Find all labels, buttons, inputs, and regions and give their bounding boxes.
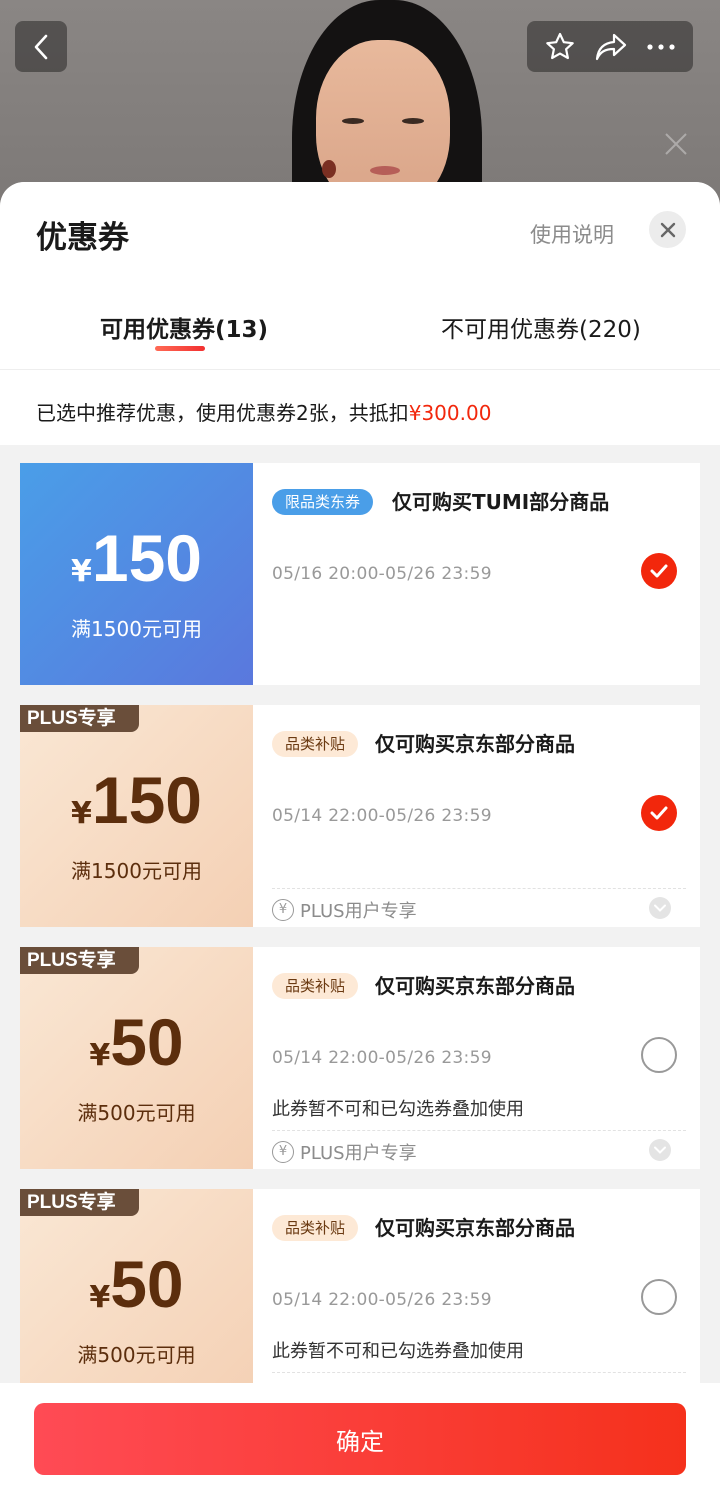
coupon-type-badge: 品类补贴 bbox=[272, 973, 359, 999]
coupon-details: 品类补贴 仅可购买京东部分商品 05/14 22:00-05/26 23:59 … bbox=[253, 705, 700, 927]
coupon-amount: 50 bbox=[110, 1005, 184, 1079]
model-eye bbox=[402, 118, 424, 124]
coupon-checkbox-checked[interactable] bbox=[641, 553, 677, 589]
coupon-value: ¥150 bbox=[20, 525, 253, 591]
sheet-title: 优惠券 bbox=[36, 220, 129, 256]
coupon-card[interactable]: PLUS专享 ¥150 满1500元可用 品类补贴 仅可购买京东部分商品 05/… bbox=[20, 705, 700, 927]
plus-user-label: PLUS用户专享 bbox=[300, 1143, 417, 1164]
currency-symbol: ¥ bbox=[71, 554, 92, 589]
plus-exclusive-tag: PLUS专享 bbox=[20, 947, 139, 974]
coupon-validity: 05/14 22:00-05/26 23:59 bbox=[272, 1048, 492, 1068]
coupon-checkbox-checked[interactable] bbox=[641, 795, 677, 831]
coupon-value-panel: PLUS专享 ¥50 满500元可用 bbox=[20, 947, 253, 1169]
coupon-validity: 05/16 20:00-05/26 23:59 bbox=[272, 564, 492, 584]
coupon-validity: 05/14 22:00-05/26 23:59 bbox=[272, 1290, 492, 1310]
coupon-title: 仅可购买京东部分商品 bbox=[375, 732, 575, 756]
coupon-card[interactable]: PLUS专享 ¥50 满500元可用 品类补贴 仅可购买京东部分商品 05/14… bbox=[20, 947, 700, 1169]
coupon-condition: 满1500元可用 bbox=[71, 859, 202, 883]
coupon-card[interactable]: ¥150 满1500元可用 限品类东券 仅可购买TUMI部分商品 05/16 2… bbox=[20, 463, 700, 685]
plus-exclusive-tag: PLUS专享 bbox=[20, 1189, 139, 1216]
model-eye bbox=[342, 118, 364, 124]
coupon-type-badge: 限品类东券 bbox=[272, 489, 374, 515]
chevron-down-icon bbox=[654, 1146, 666, 1154]
coupon-divider bbox=[272, 1130, 686, 1131]
coupon-title: 仅可购买京东部分商品 bbox=[375, 1216, 575, 1240]
coupon-amount: 50 bbox=[110, 1247, 184, 1321]
coupon-checkbox-unchecked[interactable] bbox=[641, 1279, 677, 1315]
coupon-divider bbox=[272, 888, 686, 889]
coupon-value: ¥50 bbox=[20, 1251, 253, 1317]
summary-text: 已选中推荐优惠，使用优惠券2张，共抵扣 bbox=[36, 401, 409, 425]
coupon-amount: 150 bbox=[91, 763, 202, 837]
coupon-value-panel: PLUS专享 ¥50 满500元可用 bbox=[20, 1189, 253, 1411]
coupon-sheet: 优惠券 使用说明 可用优惠券(13) 不可用优惠券(220) 已选中推荐优惠，使… bbox=[0, 182, 720, 1494]
close-icon bbox=[665, 133, 687, 155]
confirm-button[interactable]: 确定 bbox=[34, 1403, 686, 1475]
share-icon[interactable] bbox=[594, 32, 628, 62]
coupon-condition: 满500元可用 bbox=[77, 1101, 196, 1125]
top-action-group bbox=[527, 21, 693, 72]
more-icon[interactable] bbox=[646, 43, 676, 51]
coupon-value: ¥150 bbox=[20, 767, 253, 833]
coupon-details: 品类补贴 仅可购买京东部分商品 05/14 22:00-05/26 23:59 … bbox=[253, 1189, 700, 1411]
plus-user-row: ¥ PLUS用户专享 bbox=[272, 897, 417, 923]
plus-user-row: ¥ PLUS用户专享 bbox=[272, 1139, 417, 1165]
coupon-details: 品类补贴 仅可购买京东部分商品 05/14 22:00-05/26 23:59 … bbox=[253, 947, 700, 1169]
coupon-details: 限品类东券 仅可购买TUMI部分商品 05/16 20:00-05/26 23:… bbox=[253, 463, 700, 685]
expand-button[interactable] bbox=[649, 1139, 671, 1161]
back-button[interactable] bbox=[15, 21, 67, 72]
coupon-card[interactable]: PLUS专享 ¥50 满500元可用 品类补贴 仅可购买京东部分商品 05/14… bbox=[20, 1189, 700, 1411]
model-lip bbox=[370, 166, 400, 175]
currency-symbol: ¥ bbox=[71, 796, 92, 831]
currency-symbol: ¥ bbox=[89, 1280, 111, 1315]
currency-symbol: ¥ bbox=[89, 1038, 111, 1073]
coupon-divider bbox=[272, 1372, 686, 1373]
yen-circle-icon: ¥ bbox=[272, 899, 294, 921]
sheet-footer: 确定 bbox=[0, 1383, 720, 1494]
coupon-condition: 满1500元可用 bbox=[71, 617, 202, 641]
coupon-value-panel: ¥150 满1500元可用 bbox=[20, 463, 253, 685]
coupon-title: 仅可购买京东部分商品 bbox=[375, 974, 575, 998]
coupon-checkbox-unchecked[interactable] bbox=[641, 1037, 677, 1073]
check-icon bbox=[650, 806, 668, 820]
coupon-value-panel: PLUS专享 ¥150 满1500元可用 bbox=[20, 705, 253, 927]
coupon-condition: 满500元可用 bbox=[77, 1343, 196, 1367]
coupon-title: 仅可购买TUMI部分商品 bbox=[392, 490, 610, 514]
coupon-value: ¥50 bbox=[20, 1009, 253, 1075]
selection-summary: 已选中推荐优惠，使用优惠券2张，共抵扣¥300.00 bbox=[0, 369, 720, 445]
plus-exclusive-tag: PLUS专享 bbox=[20, 705, 139, 732]
coupon-amount: 150 bbox=[91, 521, 202, 595]
coupon-validity: 05/14 22:00-05/26 23:59 bbox=[272, 806, 492, 826]
chevron-left-icon bbox=[34, 34, 48, 59]
usage-instructions-link[interactable]: 使用说明 bbox=[530, 219, 614, 249]
tab-available-coupons[interactable]: 可用优惠券(13) bbox=[100, 310, 268, 344]
expand-button[interactable] bbox=[649, 897, 671, 919]
yen-circle-icon: ¥ bbox=[272, 1141, 294, 1163]
sheet-header: 优惠券 使用说明 可用优惠券(13) 不可用优惠券(220) bbox=[0, 182, 720, 369]
chevron-down-icon bbox=[654, 904, 666, 912]
coupon-stacking-note: 此券暂不可和已勾选券叠加使用 bbox=[272, 1099, 524, 1120]
close-button[interactable] bbox=[649, 211, 686, 248]
close-icon bbox=[660, 222, 675, 237]
summary-amount: ¥300.00 bbox=[408, 401, 492, 425]
star-icon[interactable] bbox=[544, 31, 576, 63]
coupon-stacking-note: 此券暂不可和已勾选券叠加使用 bbox=[272, 1341, 524, 1362]
check-icon bbox=[650, 564, 668, 578]
model-earring bbox=[322, 160, 336, 178]
coupon-type-badge: 品类补贴 bbox=[272, 1215, 359, 1241]
tab-unavailable-coupons[interactable]: 不可用优惠券(220) bbox=[441, 310, 641, 344]
active-tab-indicator bbox=[155, 346, 205, 351]
plus-user-label: PLUS用户专享 bbox=[300, 901, 417, 922]
coupon-type-badge: 品类补贴 bbox=[272, 731, 359, 757]
